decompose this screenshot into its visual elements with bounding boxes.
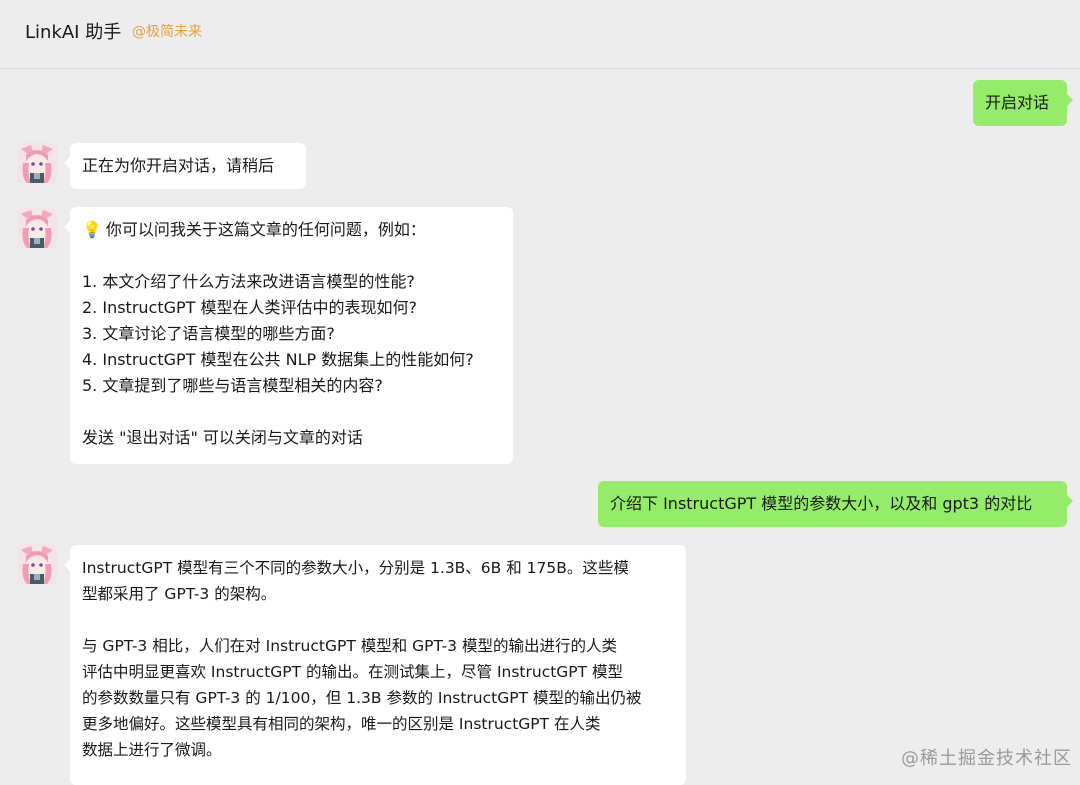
message-text: 你可以问我关于这篇文章的任何问题，例如： [105,220,426,239]
message-line: InstructGPT 模型有三个不同的参数大小，分别是 1.3B、6B 和 1… [82,559,629,577]
message-text: 开启对话 [985,93,1050,112]
message-line: 数据上进行了微调。 [82,741,222,759]
message-text: 正在为你开启对话，请稍后 [82,156,275,175]
bot-avatar[interactable] [17,544,57,584]
message-line: 4. InstructGPT 模型在公共 NLP 数据集上的性能如何? [82,350,474,369]
bot-message-bubble[interactable]: InstructGPT 模型有三个不同的参数大小，分别是 1.3B、6B 和 1… [64,545,686,785]
message-line: 与 GPT-3 相比，人们在对 InstructGPT 模型和 GPT-3 模型… [82,637,617,655]
bot-avatar-image [17,208,57,248]
chat-header: LinkAI 助手 @极简未来 [0,0,1080,69]
bot-avatar[interactable] [17,143,57,183]
message-line: 型都采用了 GPT-3 的架构。 [82,585,277,603]
message-line: 发送 "退出对话" 可以关闭与文章的对话 [82,428,363,447]
lightbulb-icon: 💡 [82,220,102,239]
message-line: 更多地偏好。这些模型具有相同的架构，唯一的区别是 InstructGPT 在人类 [82,715,601,733]
message-line: 1. 本文介绍了什么方法来改进语言模型的性能? [82,272,415,291]
bot-avatar-image [17,544,57,584]
chat-title: LinkAI 助手 [25,22,122,43]
bot-message-bubble[interactable]: 💡 你可以问我关于这篇文章的任何问题，例如： 1. 本文介绍了什么方法来改进语言模… [64,207,513,464]
bot-message-bubble[interactable]: 正在为你开启对话，请稍后 [64,143,306,189]
watermark: @稀土掘金技术社区 [901,748,1072,769]
message-line: 5. 文章提到了哪些与语言模型相关的内容? [82,376,383,395]
message-line: 评估中明显更喜欢 InstructGPT 的输出。在测试集上，尽管 Instru… [82,663,624,681]
message-line: 3. 文章讨论了语言模型的哪些方面? [82,324,335,343]
chat-source-tag[interactable]: @极简未来 [132,21,202,41]
user-message-bubble[interactable]: 开启对话 [973,80,1073,126]
bot-avatar[interactable] [17,208,57,248]
user-message-bubble[interactable]: 介绍下 InstructGPT 模型的参数大小，以及和 gpt3 的对比 [598,481,1073,527]
bot-avatar-image [17,143,57,183]
message-text: 介绍下 InstructGPT 模型的参数大小，以及和 gpt3 的对比 [610,494,1033,513]
message-line: 2. InstructGPT 模型在人类评估中的表现如何? [82,298,418,317]
message-line: 💡 你可以问我关于这篇文章的任何问题，例如： [82,217,501,243]
message-line: 的参数数量只有 GPT-3 的 1/100，但 1.3B 参数的 Instruc… [82,689,642,707]
chat-area: 开启对话 正在为你开启对话，请稍后 💡 你可以问我关于这篇文章的任何问题，例如：… [0,69,1080,785]
